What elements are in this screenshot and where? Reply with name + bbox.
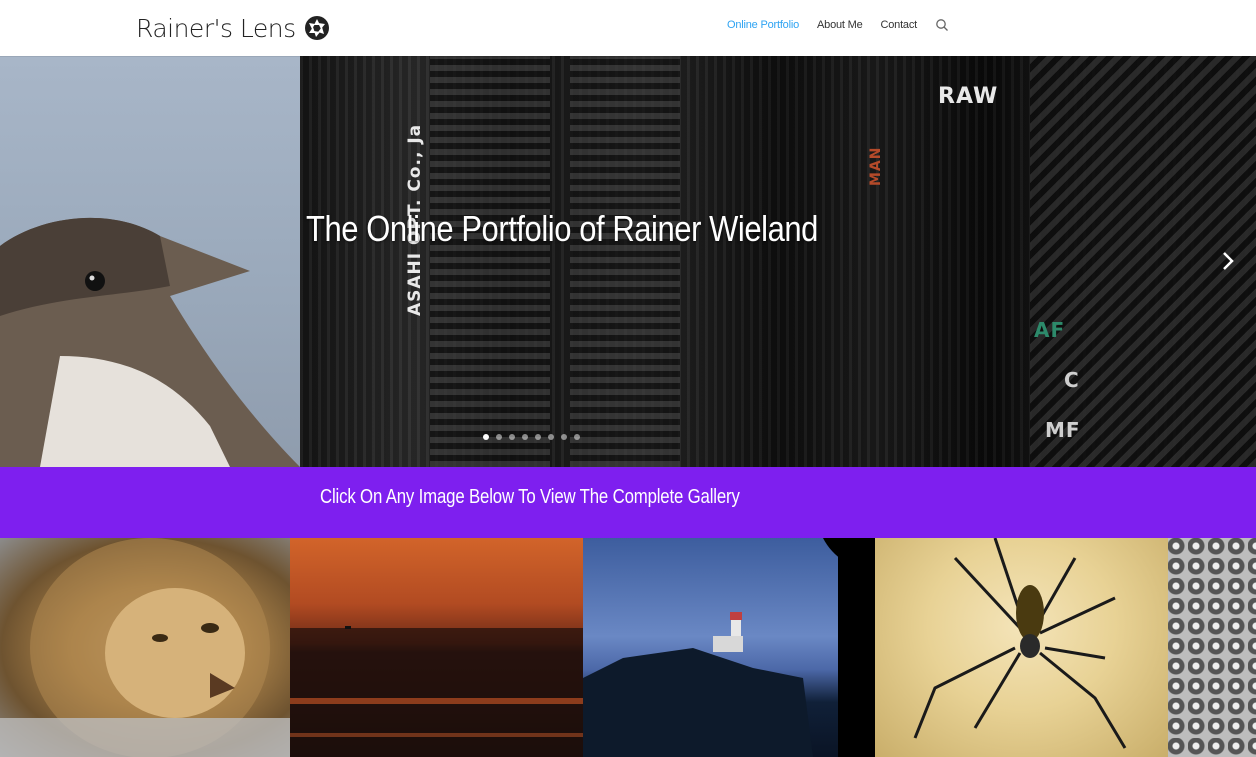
slider-dot[interactable] xyxy=(522,434,528,440)
lighthouse-image xyxy=(583,538,875,757)
search-icon[interactable] xyxy=(935,18,949,32)
logo-text: Rainer's Lens xyxy=(136,13,296,43)
nav-item-online-portfolio[interactable]: Online Portfolio xyxy=(727,19,799,31)
nav-item-contact[interactable]: Contact xyxy=(881,19,918,31)
gallery-cta-band: Click On Any Image Below To View The Com… xyxy=(0,467,1256,538)
site-header: Rainer's Lens Online Portfolio About Me … xyxy=(0,0,1256,56)
hero-title: The Online Portfolio of Rainer Wieland xyxy=(306,208,818,249)
lion-image xyxy=(0,538,290,757)
gallery-tile-sunset[interactable] xyxy=(290,538,583,757)
camera-af-label: AF xyxy=(1034,318,1066,342)
main-nav: Online Portfolio About Me Contact xyxy=(727,18,949,32)
gallery-cta-text: Click On Any Image Below To View The Com… xyxy=(320,486,740,508)
gallery-tile-metal[interactable] xyxy=(1168,538,1256,757)
nav-item-about-me[interactable]: About Me xyxy=(817,19,863,31)
slider-dot[interactable] xyxy=(561,434,567,440)
lens-grip-ring xyxy=(430,56,550,467)
slider-dot[interactable] xyxy=(535,434,541,440)
sunset-image xyxy=(290,626,583,757)
gallery-grid xyxy=(0,538,1256,757)
gallery-tile-spider[interactable] xyxy=(875,538,1168,757)
slider-dot[interactable] xyxy=(483,434,489,440)
camera-mf-label: MF xyxy=(1045,418,1081,442)
slider-dot[interactable] xyxy=(509,434,515,440)
hero-bird-image xyxy=(0,217,300,467)
camera-raw-label: RAW xyxy=(938,84,999,109)
camera-c-label: C xyxy=(1064,368,1080,392)
gallery-tile-lion[interactable] xyxy=(0,538,290,757)
slider-dots xyxy=(483,434,580,440)
gallery-tile-lighthouse[interactable] xyxy=(583,538,875,757)
camera-man-label: MAN xyxy=(868,146,884,186)
slider-dot[interactable] xyxy=(574,434,580,440)
slider-dot[interactable] xyxy=(548,434,554,440)
site-logo[interactable]: Rainer's Lens xyxy=(136,11,330,45)
spider-image xyxy=(913,538,1127,749)
hero-slider: ASAHI OPT. Co., Ja RAW MAN AF C MF The O… xyxy=(0,56,1256,467)
slider-dot[interactable] xyxy=(496,434,502,440)
chevron-right-icon[interactable] xyxy=(1218,246,1238,276)
lens-focus-ring xyxy=(570,56,680,467)
camera-aperture-icon xyxy=(304,16,329,40)
